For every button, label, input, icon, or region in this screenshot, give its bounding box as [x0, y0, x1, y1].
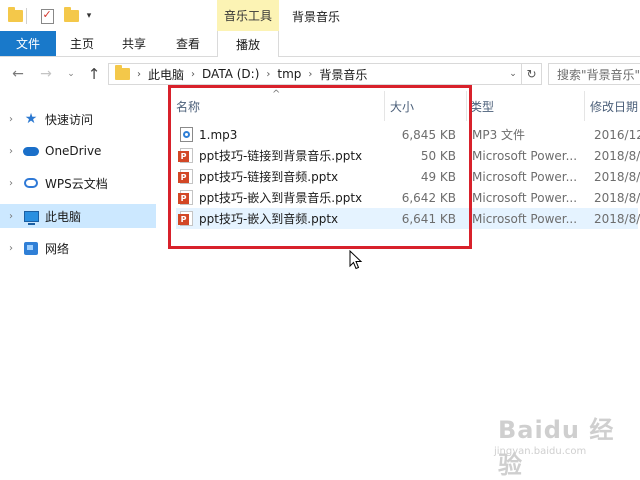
quick-access-divider: [26, 8, 27, 24]
tab-play[interactable]: 播放: [217, 31, 279, 57]
cloud-icon: [22, 143, 40, 159]
computer-icon: [22, 208, 40, 225]
expand-icon[interactable]: ›: [0, 178, 22, 189]
breadcrumb-data-drive[interactable]: DATA (D:): [202, 67, 259, 81]
watermark-logo-text: Baidu 经验: [498, 416, 615, 479]
address-history-button[interactable]: ⌄: [505, 64, 521, 84]
file-date: 2018/8/7: [594, 190, 640, 205]
sidebar-item-wps-cloud[interactable]: › WPS云文档: [0, 171, 156, 195]
folder-icon: [115, 65, 130, 80]
expand-icon[interactable]: ›: [0, 211, 22, 222]
sidebar-item-quick-access[interactable]: › ★ 快速访问: [0, 107, 156, 131]
back-button[interactable]: ←: [8, 66, 28, 82]
sidebar-item-label: 快速访问: [45, 112, 94, 127]
expand-icon[interactable]: ›: [0, 146, 22, 157]
search-input[interactable]: 搜索"背景音乐": [548, 63, 640, 85]
arrow-up-icon: ↑: [87, 65, 101, 83]
context-tab-header: 音乐工具: [217, 0, 279, 31]
tab-file[interactable]: 文件: [0, 31, 56, 56]
file-type: MP3 文件: [472, 128, 526, 142]
sidebar-item-label: 此电脑: [45, 209, 82, 224]
sidebar-item-label: WPS云文档: [45, 176, 108, 191]
refresh-button[interactable]: ↻: [521, 64, 541, 84]
file-type: Microsoft Power...: [472, 148, 578, 163]
arrow-left-icon: ←: [12, 66, 24, 82]
file-date: 2018/8/7: [594, 211, 640, 226]
sidebar-item-label: 网络: [45, 241, 70, 256]
network-icon: [22, 240, 40, 256]
chevron-down-icon: ▾: [86, 11, 92, 21]
properties-icon[interactable]: [38, 7, 56, 25]
window-title: 背景音乐: [292, 10, 341, 24]
chevron-right-icon: ›: [137, 68, 141, 80]
mouse-cursor-icon: [349, 250, 363, 270]
breadcrumb-background-music[interactable]: 背景音乐: [319, 66, 367, 83]
sidebar-item-label: OneDrive: [45, 144, 102, 158]
file-type: Microsoft Power...: [472, 190, 578, 205]
file-date: 2016/12/: [594, 127, 640, 142]
watermark: Baidu 经验 jingyan.baidu.com: [488, 400, 638, 479]
breadcrumb-tmp[interactable]: tmp: [277, 67, 301, 81]
column-header-date-modified[interactable]: 修改日期: [590, 91, 640, 121]
sidebar-item-network[interactable]: › 网络: [0, 236, 156, 260]
highlight-annotation: [168, 85, 472, 249]
title-bar: ▾ 音乐工具 背景音乐: [0, 0, 640, 31]
chevron-down-icon: ⌄: [67, 69, 75, 79]
customize-quick-access-button[interactable]: ▾: [82, 7, 96, 25]
tab-view[interactable]: 查看: [168, 31, 208, 56]
sidebar-item-onedrive[interactable]: › OneDrive: [0, 139, 156, 163]
address-bar[interactable]: › 此电脑 › DATA (D:) › tmp › 背景音乐 ⌄ ↻: [108, 63, 542, 85]
column-header-type[interactable]: 类型: [470, 91, 586, 121]
ribbon-tab-bar: 文件 主页 共享 查看 播放: [0, 31, 640, 57]
chevron-down-icon: ⌄: [509, 69, 517, 79]
file-date: 2018/8/7: [594, 148, 640, 163]
navigation-pane: › ★ 快速访问 › OneDrive › WPS云文档 › 此电脑 › 网络: [0, 91, 158, 480]
folder-icon[interactable]: [6, 7, 24, 25]
wps-cloud-icon: [22, 175, 40, 191]
star-icon: ★: [24, 111, 38, 127]
expand-icon[interactable]: ›: [0, 243, 22, 254]
new-folder-icon[interactable]: [62, 7, 80, 25]
file-date: 2018/8/7: [594, 169, 640, 184]
expand-icon[interactable]: ›: [0, 114, 22, 125]
column-divider[interactable]: [584, 91, 585, 121]
chevron-right-icon: ›: [266, 68, 271, 80]
sidebar-item-this-pc[interactable]: › 此电脑: [0, 204, 156, 228]
breadcrumb-this-pc[interactable]: 此电脑: [148, 66, 184, 83]
file-type: Microsoft Power...: [472, 169, 578, 184]
chevron-right-icon: ›: [191, 68, 196, 80]
arrow-right-icon: →: [40, 66, 52, 82]
file-type: Microsoft Power...: [472, 211, 578, 226]
recent-locations-button[interactable]: ⌄: [64, 66, 78, 82]
refresh-icon: ↻: [526, 67, 537, 81]
tab-home[interactable]: 主页: [62, 31, 102, 56]
tab-share[interactable]: 共享: [114, 31, 154, 56]
up-button[interactable]: ↑: [84, 65, 104, 83]
watermark-url: jingyan.baidu.com: [494, 446, 587, 457]
chevron-right-icon: ›: [308, 68, 313, 80]
forward-button[interactable]: →: [36, 66, 56, 82]
